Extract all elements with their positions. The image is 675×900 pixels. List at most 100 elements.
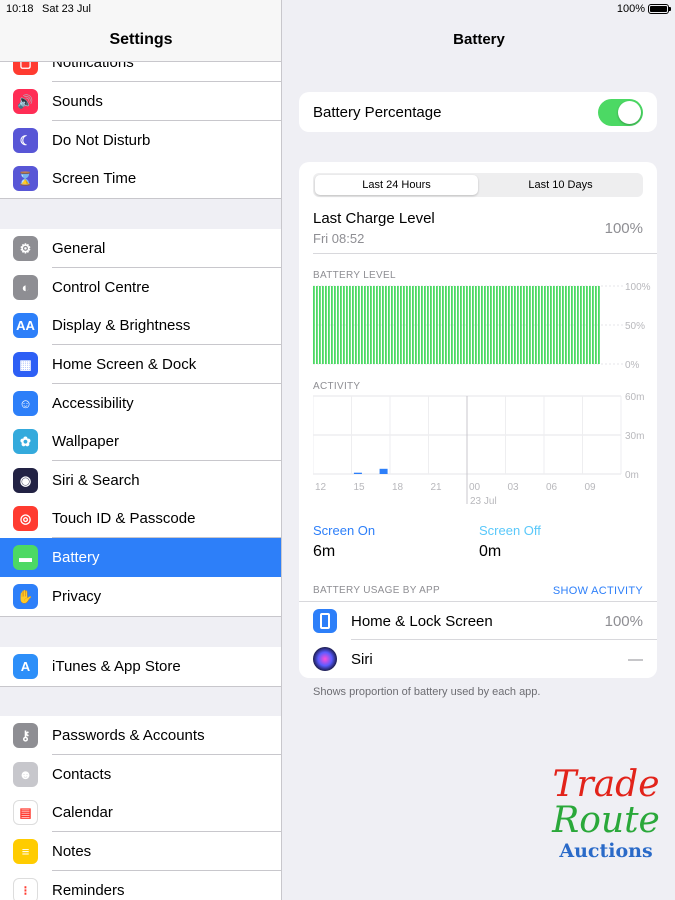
y-tick-label: 0% (625, 360, 640, 371)
sidebar-item-label: Accessibility (52, 395, 134, 412)
battery-level-bar (535, 286, 537, 364)
sidebar-item-itunes-app-store[interactable]: AiTunes & App Store (0, 647, 281, 686)
show-activity-button[interactable]: SHOW ACTIVITY (553, 585, 643, 597)
screen-on-bar (379, 468, 388, 474)
battery-level-bar (427, 286, 429, 364)
battery-level-bar (424, 286, 426, 364)
group-separator (0, 198, 281, 199)
app-usage-row[interactable]: Siri — (299, 640, 657, 678)
time-range-segmented-control: Last 24 Hours Last 10 Days (313, 173, 643, 197)
reminders-icon: ⁝ (13, 878, 38, 900)
sidebar-item-home-screen-dock[interactable]: ▦ Home Screen & Dock (0, 345, 281, 384)
sidebar-item-label: Siri & Search (52, 472, 140, 489)
sidebar-item-label: Do Not Disturb (52, 132, 151, 149)
app-usage-value: 100% (604, 613, 643, 630)
battery-level-bar (529, 286, 531, 364)
battery-level-bar (409, 286, 411, 364)
tab-last-24-hours[interactable]: Last 24 Hours (315, 175, 478, 195)
sidebar-item-label: Contacts (52, 766, 112, 783)
battery-percentage-row: Battery Percentage (299, 92, 657, 132)
sidebar-item-display-brightness[interactable]: AA Display & Brightness (0, 306, 281, 345)
battery-level-bar (547, 286, 549, 364)
battery-level-bar (385, 286, 387, 364)
sidebar-item-label: Notes (52, 843, 92, 860)
battery-level-bar (394, 286, 396, 364)
sidebar-item-battery[interactable]: ▬ Battery (0, 538, 281, 577)
battery-level-bar (559, 286, 561, 364)
sidebar-item-passwords-accounts[interactable]: ⚷ Passwords & Accounts (0, 716, 281, 755)
last-charge-time: Fri 08:52 (313, 231, 365, 246)
battery-level-bar (388, 286, 390, 364)
tab-last-10-days[interactable]: Last 10 Days (479, 173, 642, 197)
battery-level-bar (361, 286, 363, 364)
battery-level-bar (514, 286, 516, 364)
battery-level-bar (493, 286, 495, 364)
battery-level-bar (583, 286, 585, 364)
x-tick-label: 00 (469, 482, 481, 493)
notes-icon: ≡ (13, 839, 38, 864)
x-tick-label: 09 (585, 482, 597, 493)
battery-level-bar (478, 286, 480, 364)
screen-off-value: 0m (479, 543, 502, 560)
last-charge-label: Last Charge Level (313, 210, 435, 227)
sidebar-item-general[interactable]: ⚙ General (0, 229, 281, 268)
battery-level-bar (445, 286, 447, 364)
y-tick-label: 60m (625, 392, 644, 403)
battery-level-bar (481, 286, 483, 364)
battery-level-bar (406, 286, 408, 364)
battery-level-bar (352, 286, 354, 364)
accessibility-icon: ☺ (13, 391, 38, 416)
sidebar-item-do-not-disturb[interactable]: ☾ Do Not Disturb (0, 121, 281, 160)
sidebar-item-sounds[interactable]: 🔊 Sounds (0, 82, 281, 121)
settings-sidebar: Settings ▢ Notifications 🔊 Sounds ☾ Do Not Di… (0, 0, 282, 900)
app-store-icon: A (13, 654, 38, 679)
hourglass-icon: ⌛ (13, 166, 38, 191)
flower-icon: ✿ (13, 429, 38, 454)
battery-level-bar (487, 286, 489, 364)
sidebar-item-contacts[interactable]: ☻ Contacts (0, 755, 281, 794)
siri-icon (313, 647, 337, 671)
battery-level-bar (556, 286, 558, 364)
battery-level-bar (511, 286, 513, 364)
battery-level-bar (562, 286, 564, 364)
battery-level-bar (553, 286, 555, 364)
battery-level-bar (589, 286, 591, 364)
sidebar-item-touch-id-passcode[interactable]: ◎ Touch ID & Passcode (0, 499, 281, 538)
sidebar-item-screen-time[interactable]: ⌛ Screen Time (0, 159, 281, 198)
battery-level-bar (475, 286, 477, 364)
sidebar-item-notes[interactable]: ≡ Notes (0, 832, 281, 871)
sidebar-item-label: Display & Brightness (52, 317, 191, 334)
battery-level-bar (376, 286, 378, 364)
battery-level-bar (391, 286, 393, 364)
x-date-label: 23 Jul (470, 496, 497, 507)
sidebar-item-siri-search[interactable]: ◉ Siri & Search (0, 461, 281, 500)
sidebar-item-control-centre[interactable]: ◐ Control Centre (0, 268, 281, 307)
sidebar-item-privacy[interactable]: ✋ Privacy (0, 577, 281, 616)
battery-level-bar (337, 286, 339, 364)
sidebar-item-calendar[interactable]: ▤ Calendar (0, 793, 281, 832)
app-usage-row[interactable]: Home & Lock Screen 100% (299, 602, 657, 640)
sidebar-item-reminders[interactable]: ⁝ Reminders (0, 871, 281, 900)
battery-level-bar (505, 286, 507, 364)
activity-chart: 60m 30m 0m 12 15 18 21 00 03 06 09 23 Jul (313, 392, 644, 507)
battery-usage-card: Last 24 Hours Last 10 Days Last Charge L… (299, 162, 657, 678)
sidebar-item-accessibility[interactable]: ☺ Accessibility (0, 384, 281, 423)
y-tick-label: 30m (625, 431, 644, 442)
y-tick-label: 0m (625, 470, 639, 481)
battery-percentage-toggle[interactable] (598, 99, 643, 126)
x-tick-label: 03 (508, 482, 520, 493)
battery-level-bar (523, 286, 525, 364)
battery-level-bar (349, 286, 351, 364)
battery-pane: Battery Battery Percentage Last 24 Hours… (283, 0, 675, 900)
contacts-icon: ☻ (13, 762, 38, 787)
sidebar-item-label: Wallpaper (52, 433, 119, 450)
watermark-line-1: Trade (552, 764, 660, 805)
status-battery-percent: 100% (616, 3, 645, 15)
battery-level-bar (580, 286, 582, 364)
speaker-icon: 🔊 (13, 89, 38, 114)
sidebar-item-wallpaper[interactable]: ✿ Wallpaper (0, 422, 281, 461)
watermark-line-2: Route (552, 800, 660, 841)
sidebar-item-label: Reminders (52, 882, 125, 899)
battery-level-bar (451, 286, 453, 364)
battery-level-bar (322, 286, 324, 364)
